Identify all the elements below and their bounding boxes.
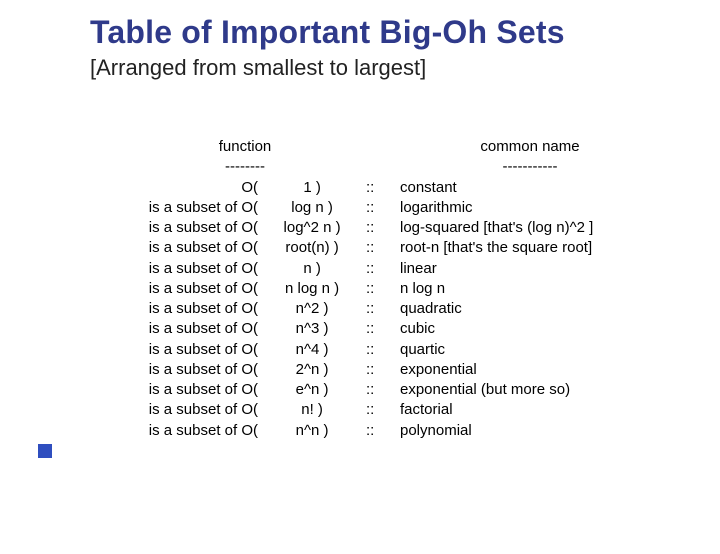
row-function: e^n ) <box>260 380 360 400</box>
row-prefix: is a subset of O( <box>130 299 260 319</box>
row-prefix: is a subset of O( <box>130 421 260 441</box>
table-row: is a subset of O( n^3 )::cubic <box>130 319 720 339</box>
header-common-name-dash: ----------- <box>400 157 660 177</box>
row-function: n! ) <box>260 400 360 420</box>
row-common-name: log-squared [that's (log n)^2 ] <box>400 218 720 238</box>
row-prefix: is a subset of O( <box>130 198 260 218</box>
table-row: is a subset of O( e^n )::exponential (bu… <box>130 380 720 400</box>
row-common-name: quartic <box>400 340 720 360</box>
header-common-name: common name <box>400 137 660 157</box>
table-row: is a subset of O( n^4 )::quartic <box>130 340 720 360</box>
row-prefix: is a subset of O( <box>130 380 260 400</box>
page-title: Table of Important Big-Oh Sets <box>90 14 720 51</box>
row-function: n^4 ) <box>260 340 360 360</box>
row-common-name: polynomial <box>400 421 720 441</box>
row-separator: :: <box>360 340 400 360</box>
row-prefix: is a subset of O( <box>130 218 260 238</box>
row-separator: :: <box>360 218 400 238</box>
row-function: log n ) <box>260 198 360 218</box>
row-separator: :: <box>360 238 400 258</box>
table-row: is a subset of O( n log n )::n log n <box>130 279 720 299</box>
row-separator: :: <box>360 178 400 198</box>
table-row: is a subset of O( root(n) )::root-n [tha… <box>130 238 720 258</box>
row-separator: :: <box>360 360 400 380</box>
row-separator: :: <box>360 380 400 400</box>
row-common-name: cubic <box>400 319 720 339</box>
row-function: root(n) ) <box>260 238 360 258</box>
row-common-name: constant <box>400 178 720 198</box>
row-prefix: is a subset of O( <box>130 238 260 258</box>
row-common-name: factorial <box>400 400 720 420</box>
table-row: O( 1 )::constant <box>130 178 720 198</box>
table-row: is a subset of O( n! )::factorial <box>130 400 720 420</box>
row-function: 1 ) <box>260 178 360 198</box>
row-separator: :: <box>360 198 400 218</box>
row-common-name: root-n [that's the square root] <box>400 238 720 258</box>
header-divider: -------- ----------- <box>130 157 720 177</box>
row-separator: :: <box>360 421 400 441</box>
table-row: is a subset of O( log^2 n )::log-squared… <box>130 218 720 238</box>
table-row: is a subset of O( log n )::logarithmic <box>130 198 720 218</box>
row-prefix: is a subset of O( <box>130 319 260 339</box>
row-function: log^2 n ) <box>260 218 360 238</box>
row-separator: :: <box>360 259 400 279</box>
header-function-dash: -------- <box>130 157 360 177</box>
row-prefix: is a subset of O( <box>130 360 260 380</box>
row-common-name: logarithmic <box>400 198 720 218</box>
header-row: function common name <box>130 137 720 157</box>
row-separator: :: <box>360 279 400 299</box>
table-body: O( 1 )::constantis a subset of O( log n … <box>130 178 720 441</box>
row-prefix: is a subset of O( <box>130 279 260 299</box>
row-function: n log n ) <box>260 279 360 299</box>
row-function: n^3 ) <box>260 319 360 339</box>
row-common-name: quadratic <box>400 299 720 319</box>
row-function: n^2 ) <box>260 299 360 319</box>
row-common-name: linear <box>400 259 720 279</box>
row-common-name: n log n <box>400 279 720 299</box>
decorative-square <box>38 444 52 458</box>
row-prefix: is a subset of O( <box>130 340 260 360</box>
row-separator: :: <box>360 400 400 420</box>
table-row: is a subset of O( n^2 )::quadratic <box>130 299 720 319</box>
header-function: function <box>130 137 360 157</box>
row-function: 2^n ) <box>260 360 360 380</box>
big-oh-table: function common name -------- ----------… <box>130 137 720 441</box>
row-common-name: exponential <box>400 360 720 380</box>
row-prefix: is a subset of O( <box>130 400 260 420</box>
table-row: is a subset of O( n^n )::polynomial <box>130 421 720 441</box>
table-row: is a subset of O( 2^n )::exponential <box>130 360 720 380</box>
row-separator: :: <box>360 319 400 339</box>
table-row: is a subset of O( n )::linear <box>130 259 720 279</box>
row-function: n^n ) <box>260 421 360 441</box>
row-prefix: O( <box>130 178 260 198</box>
page-subtitle: [Arranged from smallest to largest] <box>90 55 720 81</box>
row-prefix: is a subset of O( <box>130 259 260 279</box>
row-common-name: exponential (but more so) <box>400 380 720 400</box>
row-separator: :: <box>360 299 400 319</box>
row-function: n ) <box>260 259 360 279</box>
